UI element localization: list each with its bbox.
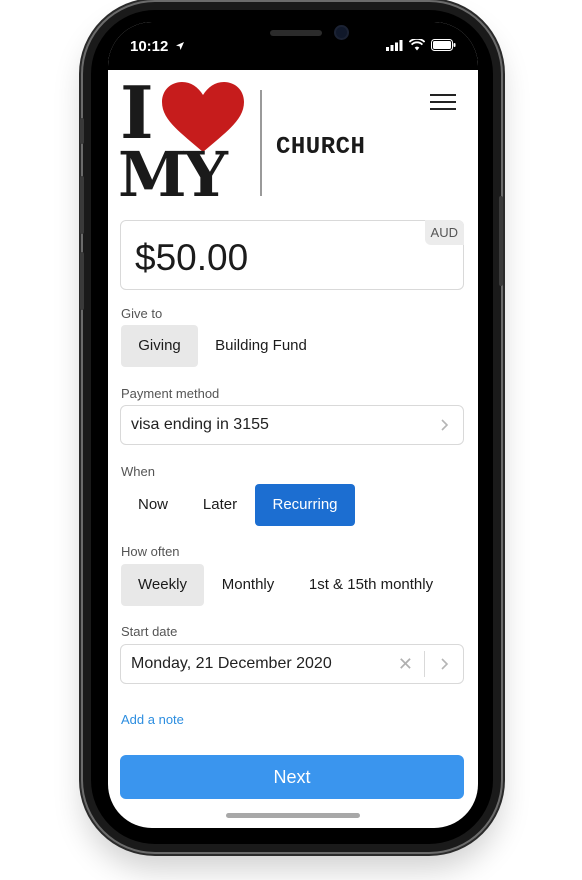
menu-line	[430, 94, 456, 96]
chevron-right-icon	[441, 419, 449, 431]
chevron-right-icon	[441, 658, 449, 670]
add-note-link[interactable]: Add a note	[121, 712, 184, 727]
give-to-option-giving[interactable]: Giving	[121, 325, 198, 367]
app-screen: 10:12 I MY CHURCH $50.00 AUD Give to Giv…	[108, 22, 478, 828]
camera	[336, 27, 347, 38]
next-button[interactable]: Next	[120, 755, 464, 799]
when-option-later[interactable]: Later	[192, 484, 248, 526]
status-bar: 10:12	[108, 22, 478, 70]
hamburger-menu-icon[interactable]	[430, 94, 456, 112]
payment-method-label: Payment method	[121, 386, 220, 401]
currency-badge: AUD	[424, 220, 464, 245]
status-time-text: 10:12	[130, 38, 169, 55]
when-option-recurring[interactable]: Recurring	[255, 484, 355, 526]
status-time: 10:12	[130, 38, 185, 55]
logo-letters-my: MY	[118, 138, 228, 211]
clear-date-icon[interactable]: ✕	[398, 654, 413, 675]
church-logo: I MY	[118, 70, 250, 211]
home-indicator[interactable]	[226, 813, 360, 818]
org-name: CHURCH	[276, 134, 366, 161]
battery-icon	[431, 39, 456, 51]
volume-down-button	[80, 252, 84, 310]
start-date-value: Monday, 21 December 2020	[131, 655, 332, 672]
wifi-icon	[409, 39, 425, 51]
how-often-label: How often	[121, 544, 180, 559]
start-date-label: Start date	[121, 624, 178, 639]
speaker	[270, 30, 322, 36]
payment-method-select[interactable]: visa ending in 3155	[120, 405, 464, 445]
amount-value: $50.00	[135, 237, 249, 278]
mute-switch	[80, 118, 84, 144]
give-to-label: Give to	[121, 306, 163, 321]
logo-divider	[260, 90, 262, 196]
start-date-picker[interactable]: Monday, 21 December 2020 ✕	[120, 644, 464, 684]
power-button	[499, 196, 503, 286]
menu-line	[430, 101, 456, 103]
give-to-option-building-fund[interactable]: Building Fund	[206, 325, 316, 367]
location-arrow-icon	[175, 42, 184, 50]
when-label: When	[121, 464, 155, 479]
menu-line	[430, 108, 456, 110]
notch	[192, 22, 394, 52]
frequency-option-monthly[interactable]: Monthly	[212, 564, 284, 606]
frequency-option-weekly[interactable]: Weekly	[121, 564, 204, 606]
payment-method-value: visa ending in 3155	[131, 416, 269, 433]
when-option-now[interactable]: Now	[121, 484, 185, 526]
frequency-option-1st-15th[interactable]: 1st & 15th monthly	[296, 564, 446, 606]
status-icons	[386, 39, 456, 51]
cellular-signal-icon	[386, 39, 403, 51]
amount-input[interactable]: $50.00 AUD	[120, 220, 464, 290]
picker-divider	[424, 651, 425, 677]
volume-up-button	[80, 176, 84, 234]
